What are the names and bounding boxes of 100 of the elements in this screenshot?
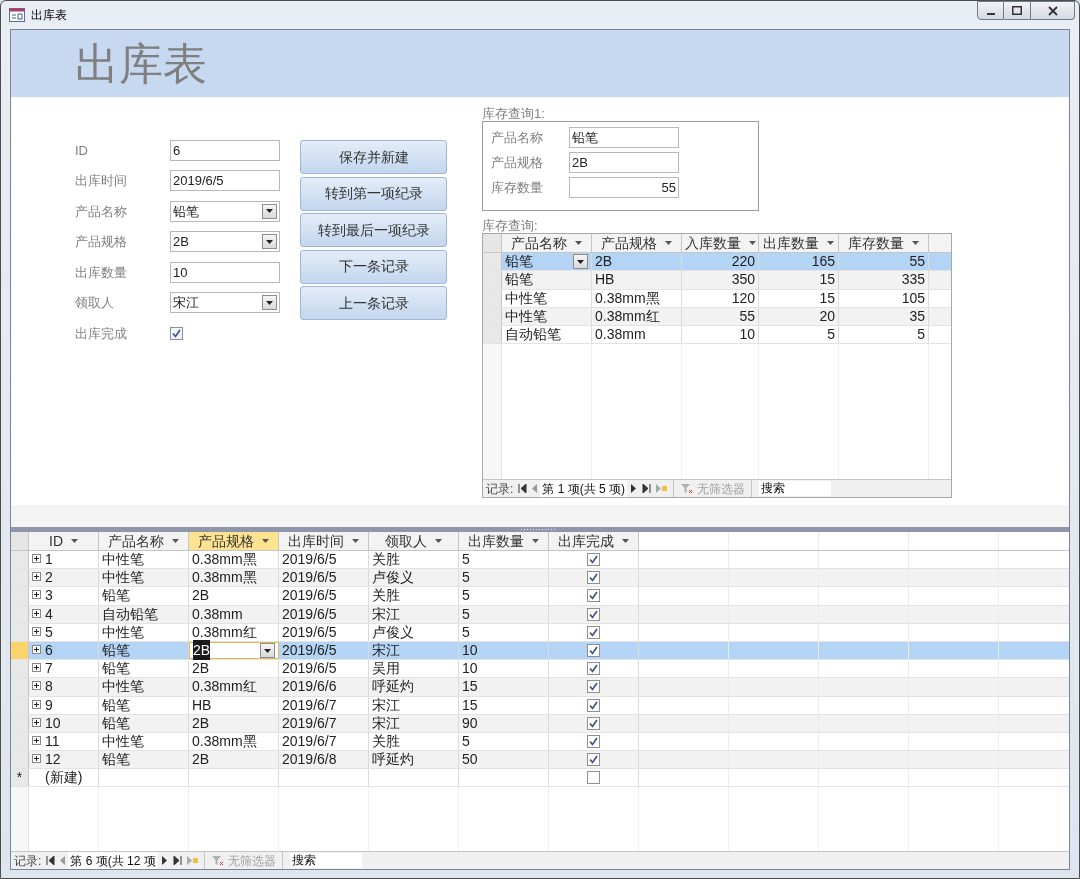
combo-box[interactable]: 铅笔 <box>502 253 592 271</box>
input-field[interactable]: 铅笔 <box>569 127 679 148</box>
checkbox[interactable] <box>587 680 600 694</box>
dropdown-button[interactable] <box>262 295 277 311</box>
record-position-field[interactable]: 第 1 项(共 5 项) <box>540 479 628 497</box>
first-record-icon[interactable] <box>46 856 56 865</box>
sort-menu-icon[interactable] <box>262 539 269 543</box>
search-field[interactable]: 搜索 <box>759 481 832 496</box>
table-cell-text: 中性笔 <box>102 731 144 751</box>
field-label: 产品名称 <box>491 128 544 147</box>
combo-box[interactable]: 2B <box>170 231 280 253</box>
combo-box[interactable]: 2B <box>189 641 279 660</box>
sort-menu-icon[interactable] <box>352 539 359 543</box>
combo-box[interactable]: 铅笔 <box>170 200 280 222</box>
column-header[interactable]: 产品规格 <box>189 532 279 550</box>
table-cell-text: 0.38mm黑 <box>192 550 257 570</box>
table-cell-text: 铅笔 <box>102 586 130 606</box>
minimize-button[interactable] <box>977 1 1004 20</box>
table-cell-text: 15 <box>462 695 478 715</box>
table-cell-text: 呼延灼 <box>372 677 414 697</box>
input-field[interactable]: 10 <box>170 261 280 283</box>
expand-icon[interactable] <box>32 626 41 636</box>
maximize-icon <box>1012 6 1022 15</box>
expand-icon[interactable] <box>32 717 41 727</box>
section-label: 库存查询: <box>482 218 539 233</box>
input-field[interactable]: 2B <box>569 152 679 173</box>
table-cell-text: 宋江 <box>372 604 400 624</box>
action-button[interactable]: 保存并新建 <box>300 140 447 174</box>
field-label: 库存数量 <box>491 178 544 197</box>
checkbox[interactable] <box>587 625 600 639</box>
sort-menu-icon[interactable] <box>532 539 539 543</box>
input-field[interactable]: 6 <box>170 139 280 161</box>
input-field[interactable]: 2019/6/5 <box>170 170 280 192</box>
section-label: 库存查询1: <box>482 106 546 121</box>
action-button[interactable]: 转到第一项纪录 <box>300 176 447 211</box>
checkbox[interactable] <box>587 553 600 567</box>
checkbox[interactable] <box>170 326 183 340</box>
action-button[interactable]: 上一条记录 <box>300 286 447 321</box>
checkbox[interactable] <box>587 771 600 785</box>
caret-icon <box>264 648 271 653</box>
sort-menu-icon[interactable] <box>575 241 582 245</box>
sort-menu-icon[interactable] <box>827 241 834 245</box>
checkbox[interactable] <box>587 716 600 730</box>
filter-icon <box>680 483 694 494</box>
dropdown-button[interactable] <box>262 203 277 219</box>
table-cell-text: 5 <box>45 622 53 642</box>
sort-menu-icon[interactable] <box>435 539 442 543</box>
last-record-icon[interactable] <box>642 484 652 493</box>
expand-icon[interactable] <box>32 608 41 618</box>
sort-menu-icon[interactable] <box>622 539 629 543</box>
last-record-icon[interactable] <box>172 856 182 865</box>
caret-icon <box>577 259 584 264</box>
dropdown-button[interactable] <box>262 234 277 250</box>
expand-icon[interactable] <box>32 681 41 691</box>
table-cell-text: 15 <box>819 288 835 308</box>
table-cell-text: 自动铅笔 <box>505 325 561 345</box>
expand-icon[interactable] <box>32 554 41 563</box>
checkbox[interactable] <box>587 589 600 603</box>
next-record-icon[interactable] <box>630 484 638 493</box>
maximize-button[interactable] <box>1004 1 1031 20</box>
record-position-field[interactable]: 第 6 项(共 12 项 <box>68 851 158 869</box>
table-cell-text: 8 <box>45 677 53 697</box>
expand-icon[interactable] <box>32 572 41 582</box>
sort-menu-icon[interactable] <box>665 241 672 245</box>
checkbox[interactable] <box>587 662 600 676</box>
expand-icon[interactable] <box>32 663 41 673</box>
sort-menu-icon[interactable] <box>912 241 919 245</box>
input-field[interactable]: 55 <box>569 177 679 198</box>
combo-box[interactable]: 宋江 <box>170 292 280 314</box>
table-cell-text: 2019/6/7 <box>282 731 337 751</box>
checkbox[interactable] <box>587 607 600 621</box>
search-field[interactable]: 搜索 <box>289 853 362 868</box>
checkbox[interactable] <box>587 698 600 712</box>
action-button[interactable]: 下一条记录 <box>300 249 447 284</box>
dropdown-button[interactable] <box>573 254 588 270</box>
expand-icon[interactable] <box>32 590 41 600</box>
table-cell-text: 10 <box>739 325 755 345</box>
checkbox[interactable] <box>587 753 600 767</box>
table-cell-text: 2019/6/8 <box>282 750 337 770</box>
checkbox[interactable] <box>587 571 600 585</box>
expand-icon[interactable] <box>32 754 41 764</box>
table-cell-text: 50 <box>462 750 478 770</box>
table-cell-text: 铅笔 <box>102 641 130 661</box>
sort-menu-icon[interactable] <box>748 241 756 245</box>
action-button[interactable]: 转到最后一项纪录 <box>300 213 447 248</box>
checkbox[interactable] <box>587 644 600 658</box>
next-record-icon[interactable] <box>160 856 168 865</box>
expand-icon[interactable] <box>32 735 41 745</box>
sort-menu-icon[interactable] <box>172 539 179 543</box>
record-selector[interactable]: * <box>11 769 29 787</box>
expand-icon[interactable] <box>32 699 41 709</box>
expand-icon[interactable] <box>32 644 41 654</box>
caret-icon <box>266 209 273 214</box>
column-header[interactable]: 入库数量 <box>682 234 759 252</box>
dropdown-button[interactable] <box>260 643 275 659</box>
checkbox[interactable] <box>587 734 600 748</box>
table-cell-text: 2019/6/5 <box>282 604 337 624</box>
first-record-icon[interactable] <box>518 484 528 493</box>
sort-menu-icon[interactable] <box>71 539 78 543</box>
close-button[interactable] <box>1031 1 1075 20</box>
